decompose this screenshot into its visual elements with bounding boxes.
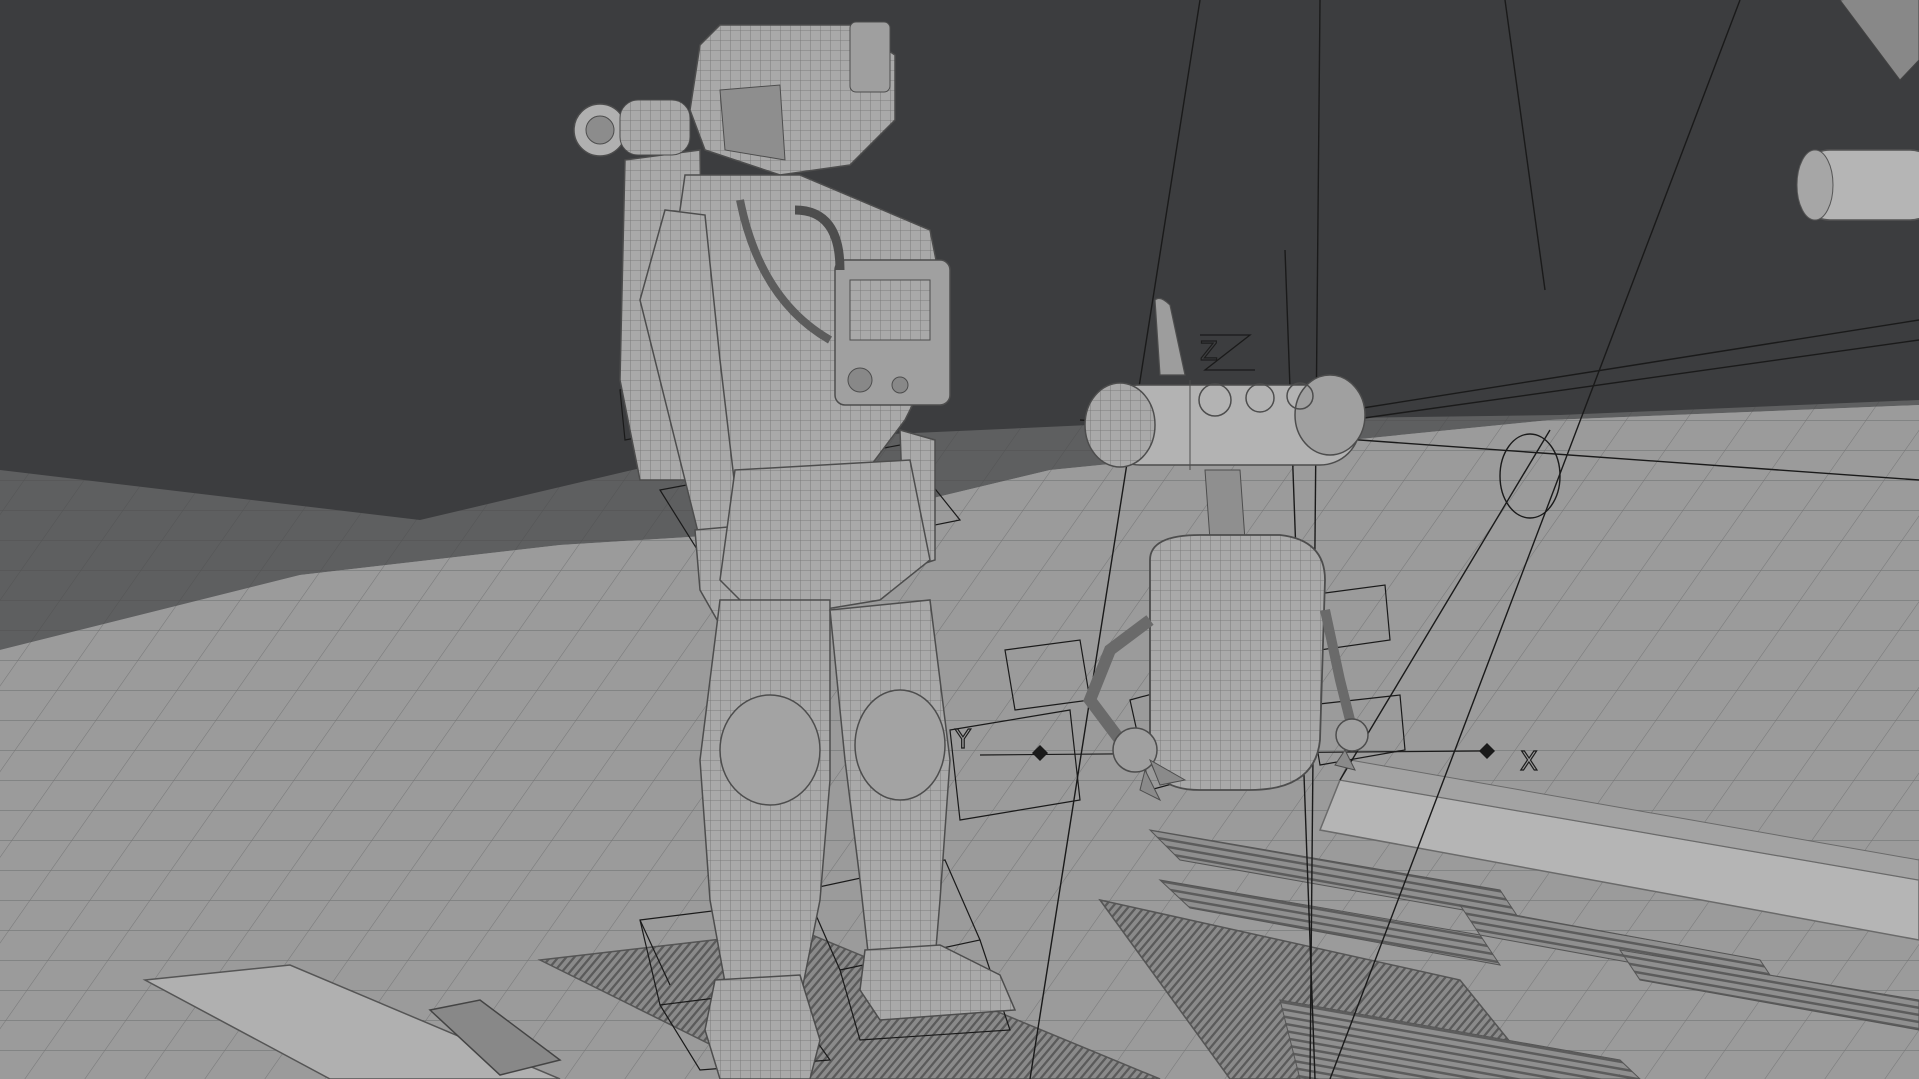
- 3d-viewport[interactable]: Y X Z: [0, 0, 1919, 1079]
- robot-head-bar: [1084, 374, 1366, 470]
- robot-body[interactable]: [1148, 534, 1326, 791]
- astronaut-boot-right: [704, 974, 821, 1079]
- axis-label-x: X: [1520, 747, 1538, 777]
- axis-label-y: Y: [954, 725, 971, 755]
- knee-pad-left: [854, 689, 946, 801]
- viewport-scene[interactable]: Y X Z: [0, 0, 1919, 1079]
- backpack-dial: [573, 99, 691, 157]
- robot-neck: [1204, 469, 1246, 541]
- knee-pad-right: [719, 694, 821, 806]
